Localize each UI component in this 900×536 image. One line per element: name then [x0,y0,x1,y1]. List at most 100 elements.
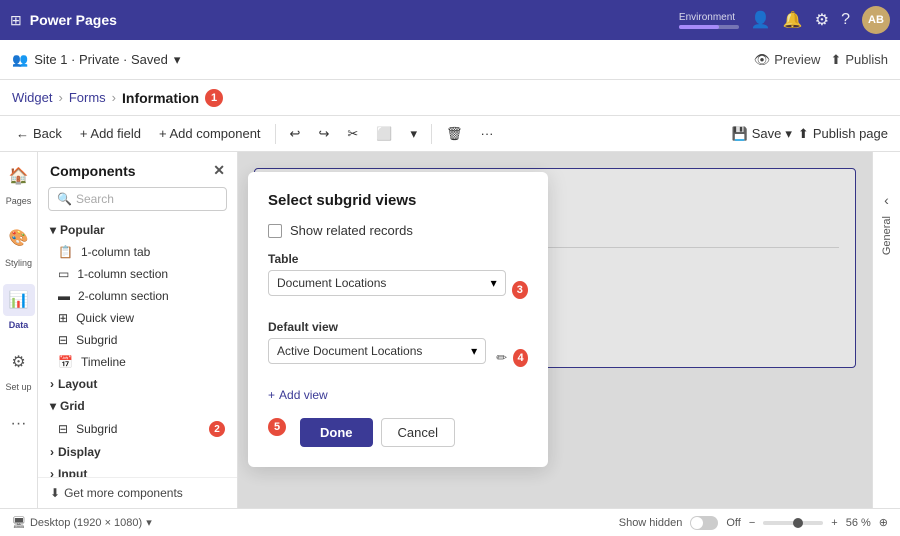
layout-section-header[interactable]: › Layout [38,373,237,395]
site-info: Site 1 · Private · Saved [34,52,168,67]
toolbar: ← Back + Add field + Add component ↩ ↪ ✂… [0,116,900,152]
table-badge: 3 [512,281,528,299]
toggle-knob [691,517,703,529]
toolbar-right: 💾 Save ▾ ⬆ Publish page [732,126,888,142]
list-item[interactable]: 📅 Timeline [38,351,237,373]
add-field-label: + Add field [80,126,141,141]
desktop-label[interactable]: Desktop (1920 × 1080) [30,517,142,529]
sidebar-home-icon[interactable]: 🏠 [3,160,35,192]
sidebar-data-icon[interactable]: 📊 [3,284,35,316]
get-more-components-button[interactable]: ⬇ Get more components [38,477,237,508]
upload-icon: ⬆ [830,52,841,68]
list-item[interactable]: ⊞ Quick view [38,307,237,329]
edit-icon[interactable]: ✏ [496,350,507,366]
search-input[interactable]: 🔍 Search [48,187,227,211]
list-item[interactable]: ▭ 1-column section [38,263,237,285]
panel-close-icon[interactable]: ✕ [213,162,225,179]
item-label: Subgrid [76,422,117,436]
more-button[interactable]: ··· [477,124,498,143]
quick-view-icon: ⊞ [58,311,68,325]
add-view-label: Add view [279,388,328,402]
grid-label: Grid [60,399,85,413]
cut-button[interactable]: ✂ [343,124,362,144]
delete-button[interactable]: 🗑 [442,124,467,144]
subgrid-icon: ⊟ [58,333,68,347]
input-section-header[interactable]: › Input [38,463,237,477]
cancel-button[interactable]: Cancel [381,418,455,447]
show-hidden-toggle[interactable] [690,516,718,530]
status-bar-left: 🖥 Desktop (1920 × 1080) ▾ [12,516,152,529]
done-button[interactable]: Done [300,418,373,447]
tab-icon: 📋 [58,245,73,259]
settings-icon[interactable]: ⚙ [815,10,829,30]
plus-zoom[interactable]: + [831,517,837,529]
zoom-slider[interactable] [763,521,823,525]
app-grid-icon[interactable]: ⊞ [10,12,22,29]
add-field-button[interactable]: + Add field [76,124,145,143]
breadcrumb-widget[interactable]: Widget [12,90,52,105]
chevron-down-icon[interactable]: ▾ [174,52,181,68]
save-chevron[interactable]: ▾ [785,126,792,142]
toolbar-divider-2 [431,124,432,144]
display-section-header[interactable]: › Display [38,441,237,463]
preview-button[interactable]: 👁 Preview [754,52,821,68]
save-icon: 💾 [732,126,748,142]
list-item[interactable]: ⊟ Subgrid [38,329,237,351]
grid-section-header[interactable]: ▾ Grid [38,395,237,417]
list-item[interactable]: ▬ 2-column section [38,285,237,307]
layout-label: Layout [58,377,97,391]
breadcrumb-forms[interactable]: Forms [69,90,106,105]
timeline-icon: 📅 [58,355,73,369]
minus-zoom[interactable]: − [749,517,755,529]
publish-button[interactable]: ⬆ Publish [830,52,888,68]
footer-label: Get more components [64,486,183,500]
general-panel-label[interactable]: General [881,216,893,255]
item-label: 1-column section [77,267,168,281]
chevron-down-toolbar[interactable]: ▾ [406,124,421,144]
undo-button[interactable]: ↩ [286,124,305,144]
chevron-right-input: › [50,467,54,477]
copy-button[interactable]: ⬜ [372,124,396,144]
chevron-down-icon: ▾ [410,126,417,142]
left-sidebar: 🏠 Pages 🎨 Styling 📊 Data ⚙ Set up ··· [0,152,38,508]
chevron-down-desktop[interactable]: ▾ [146,516,152,529]
sidebar-more-icon[interactable]: ··· [3,408,35,440]
popular-section-header[interactable]: ▾ Popular [38,219,237,241]
sidebar-pages-label: Pages [6,196,32,206]
help-icon[interactable]: ? [841,11,850,29]
modal-footer: 5 Done Cancel [268,418,528,447]
publish-label: Publish [845,52,888,67]
add-component-button[interactable]: + Add component [155,124,265,143]
list-item[interactable]: 📋 1-column tab [38,241,237,263]
item-label: Quick view [76,311,134,325]
item-label: Timeline [81,355,126,369]
sub-header-right: 👁 Preview ⬆ Publish [754,52,888,68]
redo-button[interactable]: ↪ [314,124,333,144]
notification-icon[interactable]: 🔔 [783,10,803,30]
add-view-button[interactable]: + Add view [268,388,528,402]
fit-icon[interactable]: ⊕ [879,516,888,529]
search-icon: 🔍 [57,192,72,206]
sidebar-styling-icon[interactable]: 🎨 [3,222,35,254]
sidebar-setup-icon[interactable]: ⚙ [3,346,35,378]
avatar[interactable]: AB [862,6,890,34]
zoom-handle [793,518,803,528]
publish-page-button[interactable]: ⬆ Publish page [798,126,888,142]
default-view-label: Default view [268,320,528,334]
item-label: 2-column section [78,289,169,303]
show-related-checkbox[interactable] [268,224,282,238]
chevron-left-icon[interactable]: ‹ [884,192,889,208]
person-icon[interactable]: 👤 [751,10,771,30]
table-label: Table [268,252,528,266]
save-button[interactable]: 💾 Save ▾ [732,126,792,142]
zoom-label: 56 % [846,517,871,529]
panel-title: Components [50,163,136,179]
breadcrumb-sep2: › [112,90,116,105]
table-select[interactable]: Document Locations ▾ [268,270,506,296]
back-button[interactable]: ← Back [12,124,66,143]
section-1col-icon: ▭ [58,267,69,281]
default-view-select[interactable]: Active Document Locations ▾ [268,338,486,364]
app-title: Power Pages [30,12,679,28]
copy-icon: ⬜ [376,126,392,142]
list-item[interactable]: ⊟ Subgrid 2 [38,417,237,441]
